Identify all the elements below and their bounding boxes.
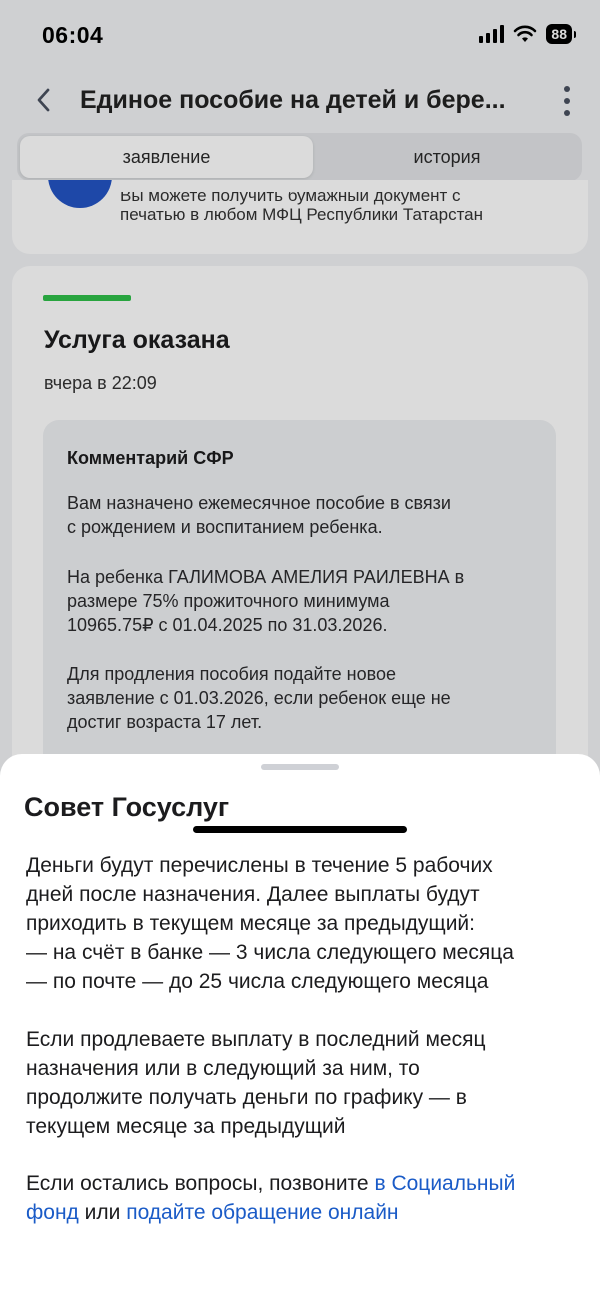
sheet-paragraph: Деньги будут перечислены в течение 5 раб… [26,854,514,993]
sheet-grabber[interactable] [261,764,339,770]
bottom-sheet: Совет Госуслуг Деньги будут перечислены … [0,754,600,1297]
home-indicator [193,826,407,833]
social-fund-link[interactable]: в Социальный [374,1172,515,1195]
social-fund-link[interactable]: фонд [26,1201,79,1224]
sheet-paragraph: Если продлеваете выплату в последний мес… [26,1028,486,1138]
sheet-title: Совет Госуслуг [24,792,230,822]
sheet-paragraph: Если остались вопросы, позвоните в Социа… [26,1172,516,1224]
online-request-link[interactable]: подайте обращение онлайн [126,1201,398,1224]
